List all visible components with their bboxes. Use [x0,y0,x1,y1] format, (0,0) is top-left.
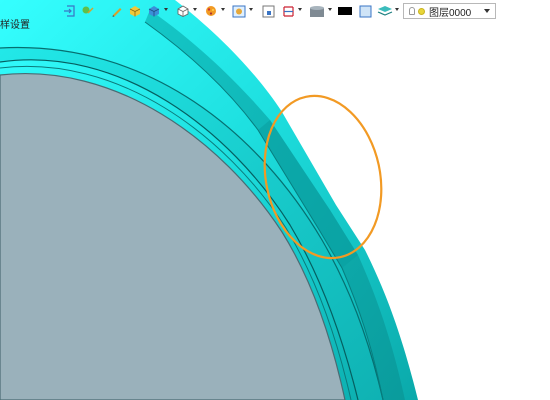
render-material-icon[interactable] [203,3,219,19]
pencil-icon[interactable] [110,3,124,19]
chevron-down-icon[interactable] [298,8,302,11]
status-text: 样设置 [0,20,30,31]
layer-manager-icon[interactable] [376,3,394,19]
chevron-down-icon[interactable] [395,8,399,11]
view-cube-icon[interactable] [175,3,191,19]
chevron-down-icon[interactable] [484,9,490,13]
color-swatch-icon[interactable] [336,3,354,19]
model-viewport[interactable] [0,0,550,400]
layer-dropdown[interactable]: 图层0000 [403,3,496,19]
cad-application: 图层0000 样设置 [0,0,550,400]
frame-icon[interactable] [357,3,373,19]
layer-name: 图层0000 [429,7,472,19]
toolbar: 图层0000 [0,0,550,24]
lightbulb-icon[interactable] [409,7,415,15]
sun-icon[interactable] [418,7,425,15]
snap-icon[interactable] [260,3,276,19]
box-3d-icon[interactable] [146,3,162,19]
chevron-down-icon[interactable] [249,8,253,11]
light-icon[interactable] [231,3,247,19]
chevron-down-icon[interactable] [193,8,197,11]
chevron-down-icon[interactable] [221,8,225,11]
chevron-down-icon[interactable] [328,8,332,11]
solid-shade-icon[interactable] [127,3,143,19]
visual-style-icon[interactable] [308,3,326,19]
exit-icon[interactable] [62,3,76,19]
section-icon[interactable] [280,3,296,19]
toggle-icon[interactable] [80,3,96,19]
chevron-down-icon[interactable] [164,8,168,11]
